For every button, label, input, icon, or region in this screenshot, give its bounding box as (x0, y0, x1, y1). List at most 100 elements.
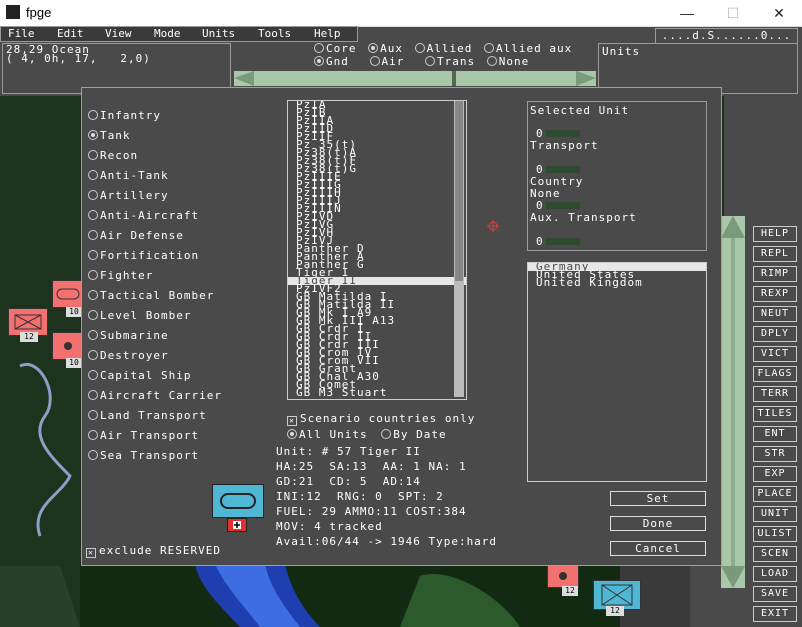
set-button[interactable]: Set (610, 491, 706, 506)
tiles-button[interactable]: TILES (753, 406, 797, 422)
unit-type-infantry[interactable]: Infantry (88, 109, 161, 122)
selected-unit-panel: Selected Unit 0 Transport 0 Country None… (527, 101, 707, 251)
unit-type-fighter[interactable]: Fighter (88, 269, 153, 282)
units-panel-label: Units (602, 45, 641, 58)
menu-units[interactable]: Units (202, 27, 235, 41)
filter-gnd[interactable]: Gnd (314, 55, 349, 68)
horizontal-scroll-bar[interactable] (234, 71, 596, 86)
unit-type-artillery[interactable]: Artillery (88, 189, 169, 202)
unit-list-scrollbar[interactable] (454, 101, 464, 397)
flag-icon (227, 518, 247, 532)
flags-button[interactable]: FLAGS (753, 366, 797, 382)
filter-air[interactable]: Air (369, 55, 405, 68)
unit-type-tank[interactable]: Tank (88, 129, 131, 142)
map-unit-red[interactable] (52, 280, 84, 308)
unit-list[interactable]: PzIA PzIB PzIIA PzIID PzIIF Pz 35(t) Pz38(t)A P… (287, 100, 467, 400)
dply-button[interactable]: DPLY (753, 326, 797, 342)
scenario-countries-checkbox[interactable]: ✕ Scenario countries only (287, 412, 475, 426)
maximize-button[interactable]: ☐ (710, 0, 756, 26)
place-button[interactable]: PLACE (753, 486, 797, 502)
minimize-button[interactable]: — (664, 0, 710, 26)
country-list[interactable]: Germany United States United Kingdom (527, 262, 707, 482)
unit-list-item[interactable]: GB M3 Stuart (288, 387, 466, 398)
menu-edit[interactable]: Edit (57, 27, 84, 41)
unit-type-air-defense[interactable]: Air Defense (88, 229, 184, 242)
selected-unit-title: Selected Unit (530, 104, 630, 117)
str-button[interactable]: STR (753, 446, 797, 462)
save-button[interactable]: SAVE (753, 586, 797, 602)
menu-mode[interactable]: Mode (154, 27, 181, 41)
unit-info-availability: Avail:06/44 -> 1946 Type:hard (276, 535, 498, 548)
unit-list-scroll-thumb[interactable] (455, 101, 463, 281)
scen-button[interactable]: SCEN (753, 546, 797, 562)
by-date-radio[interactable]: By Date (381, 428, 446, 441)
help-button[interactable]: HELP (753, 226, 797, 242)
rimp-button[interactable]: RIMP (753, 266, 797, 282)
scroll-thumb[interactable] (452, 71, 456, 86)
tank-icon (56, 288, 80, 300)
menu-tools[interactable]: Tools (258, 27, 291, 41)
rexp-button[interactable]: REXP (753, 286, 797, 302)
selected-unit-bar (546, 130, 580, 137)
filter-core[interactable]: Core (314, 42, 357, 55)
menu-bar: File Edit View Mode Units Tools Help (0, 26, 358, 42)
unit-type-sea-transport[interactable]: Sea Transport (88, 449, 199, 462)
map-unit-red[interactable] (547, 564, 579, 588)
close-button[interactable]: ✕ (756, 0, 802, 26)
unit-button[interactable]: UNIT (753, 506, 797, 522)
radio-icon (88, 330, 98, 340)
exclude-reserved-checkbox[interactable]: ✕ exclude RESERVED (86, 544, 221, 558)
status-field: ....d.S......0... (655, 28, 798, 44)
ent-button[interactable]: ENT (753, 426, 797, 442)
load-button[interactable]: LOAD (753, 566, 797, 582)
all-units-radio[interactable]: All Units (287, 428, 368, 441)
vertical-scroll-bar[interactable] (721, 216, 745, 588)
menu-view[interactable]: View (105, 27, 132, 41)
neut-button[interactable]: NEUT (753, 306, 797, 322)
unit-type-level-bomber[interactable]: Level Bomber (88, 309, 191, 322)
vict-button[interactable]: VICT (753, 346, 797, 362)
terr-button[interactable]: TERR (753, 386, 797, 402)
repl-button[interactable]: REPL (753, 246, 797, 262)
unit-type-capital-ship[interactable]: Capital Ship (88, 369, 191, 382)
scroll-up-icon[interactable] (721, 216, 745, 238)
filter-none[interactable]: None (486, 55, 530, 68)
menu-help[interactable]: Help (314, 27, 341, 41)
scroll-down-icon[interactable] (721, 566, 745, 588)
infantry-icon (601, 584, 633, 606)
transport-label: Transport (530, 139, 599, 152)
hex-info-line2: ( 4, 0h, 17, 2,0) (6, 52, 151, 65)
unit-type-recon[interactable]: Recon (88, 149, 138, 162)
scroll-left-icon[interactable] (234, 71, 254, 86)
radio-icon (368, 43, 379, 53)
filter-trans[interactable]: Trans (425, 55, 475, 68)
unit-filter-group: Core Aux Allied Allied aux Gnd Air Trans… (314, 42, 594, 70)
scroll-right-icon[interactable] (576, 71, 596, 86)
filter-allied[interactable]: Allied (414, 42, 473, 55)
menu-file[interactable]: File (8, 27, 35, 41)
radio-icon (88, 290, 98, 300)
unit-type-land-transport[interactable]: Land Transport (88, 409, 207, 422)
country-list-item[interactable]: United Kingdom (528, 277, 706, 288)
unit-type-air-transport[interactable]: Air Transport (88, 429, 199, 442)
filter-allied-aux[interactable]: Allied aux (484, 42, 572, 55)
done-button[interactable]: Done (610, 516, 706, 531)
cancel-button[interactable]: Cancel (610, 541, 706, 556)
map-unit-red[interactable] (52, 332, 84, 360)
unit-type-aircraft-carrier[interactable]: Aircraft Carrier (88, 389, 222, 402)
checkbox-icon: ✕ (86, 548, 96, 558)
map-unit-strength: 12 (562, 586, 578, 596)
radio-icon (88, 450, 98, 460)
unit-type-tactical-bomber[interactable]: Tactical Bomber (88, 289, 214, 302)
filter-aux[interactable]: Aux (368, 42, 403, 55)
radio-icon (88, 110, 98, 120)
unit-type-destroyer[interactable]: Destroyer (88, 349, 169, 362)
unit-type-anti-tank[interactable]: Anti-Tank (88, 169, 169, 182)
unit-type-submarine[interactable]: Submarine (88, 329, 169, 342)
exit-button[interactable]: EXIT (753, 606, 797, 622)
exp-button[interactable]: EXP (753, 466, 797, 482)
unit-info-name: Unit: # 57 Tiger II (276, 445, 421, 458)
unit-type-fortification[interactable]: Fortification (88, 249, 199, 262)
ulist-button[interactable]: ULIST (753, 526, 797, 542)
unit-type-anti-aircraft[interactable]: Anti-Aircraft (88, 209, 199, 222)
